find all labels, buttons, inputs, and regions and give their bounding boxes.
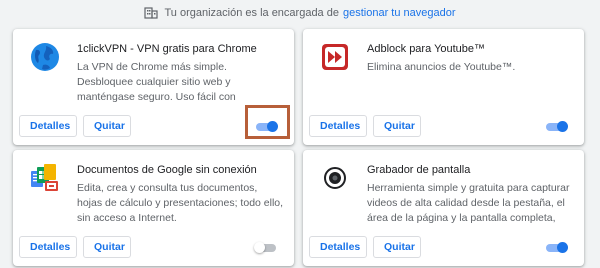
extension-name: Documentos de Google sin conexión [77, 164, 257, 176]
google-docs-icon [31, 164, 58, 191]
card-footer: Detalles Quitar [303, 109, 584, 145]
managed-browser-notice: Tu organización es la encargada de gesti… [0, 0, 600, 26]
toggle-knob [557, 121, 568, 132]
details-button[interactable]: Detalles [309, 236, 367, 258]
extension-description: Edita, crea y consulta tus documentos, h… [77, 182, 284, 224]
remove-button[interactable]: Quitar [373, 115, 421, 137]
remove-button[interactable]: Quitar [83, 115, 131, 137]
record-icon [324, 167, 346, 189]
building-icon [144, 7, 159, 19]
extension-name: Adblock para Youtube™ [367, 43, 486, 55]
enable-toggle[interactable] [544, 241, 568, 253]
fast-forward-icon [322, 44, 348, 70]
card-footer: Detalles Quitar [13, 230, 294, 266]
extension-name: Grabador de pantalla [367, 164, 471, 176]
remove-button[interactable]: Quitar [83, 236, 131, 258]
card-footer: Detalles Quitar [13, 109, 294, 145]
globe-icon [31, 43, 59, 71]
details-button[interactable]: Detalles [309, 115, 367, 137]
extension-card: Documentos de Google sin conexión Edita,… [13, 150, 294, 266]
details-button[interactable]: Detalles [19, 115, 77, 137]
extension-card: 1clickVPN - VPN gratis para Chrome La VP… [13, 29, 294, 145]
toggle-knob [267, 121, 278, 132]
card-footer: Detalles Quitar [303, 230, 584, 266]
enable-toggle[interactable] [254, 241, 278, 253]
extension-card: Adblock para Youtube™ Elimina anuncios d… [303, 29, 584, 145]
enable-toggle[interactable] [544, 120, 568, 132]
toggle-knob [557, 242, 568, 253]
manage-browser-link[interactable]: gestionar tu navegador [343, 7, 456, 19]
extension-card: Grabador de pantalla Herramienta simple … [303, 150, 584, 266]
managed-notice-text: Tu organización es la encargada de [164, 7, 339, 19]
remove-button[interactable]: Quitar [373, 236, 421, 258]
enable-toggle[interactable] [254, 120, 278, 132]
extension-description: Elimina anuncios de Youtube™. [367, 61, 516, 73]
details-button[interactable]: Detalles [19, 236, 77, 258]
extension-description: La VPN de Chrome más simple. Desbloquee … [77, 61, 236, 103]
extension-description: Herramienta simple y gratuita para captu… [367, 182, 570, 224]
toggle-knob [254, 242, 265, 253]
extension-name: 1clickVPN - VPN gratis para Chrome [77, 43, 257, 55]
